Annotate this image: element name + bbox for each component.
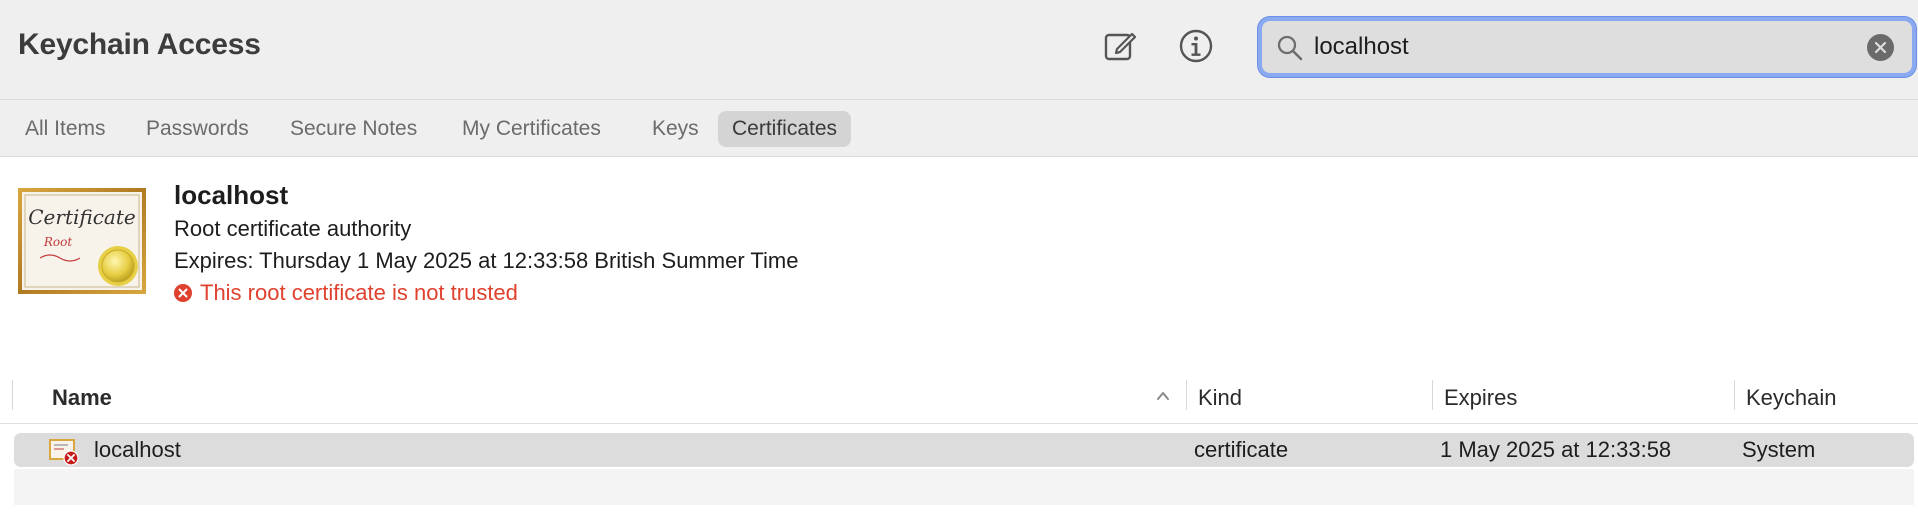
svg-text:Root: Root (43, 235, 72, 249)
column-separator[interactable] (1734, 380, 1735, 410)
table-row[interactable]: localhost certificate 1 May 2025 at 12:3… (14, 433, 1914, 467)
category-tabs: All Items Passwords Secure Notes My Cert… (0, 100, 1918, 157)
tab-passwords[interactable]: Passwords (132, 111, 263, 147)
app-title: Keychain Access (18, 28, 261, 61)
trust-warning: This root certificate is not trusted (174, 280, 518, 306)
certificate-image: Certificate Root (18, 188, 146, 294)
search-input[interactable] (1314, 29, 1854, 65)
certificate-detail: Certificate Root localhost Root certific… (0, 158, 1918, 380)
row-expires: 1 May 2025 at 12:33:58 (1440, 437, 1672, 462)
search-field[interactable] (1258, 17, 1916, 77)
row-kind: certificate (1194, 437, 1289, 462)
column-separator[interactable] (1186, 380, 1187, 410)
column-header-expires[interactable]: Expires (1444, 380, 1517, 416)
sort-ascending-icon[interactable] (1155, 388, 1171, 404)
compose-icon[interactable] (1100, 26, 1140, 66)
row-keychain: System (1742, 437, 1816, 462)
column-header-keychain[interactable]: Keychain (1746, 380, 1837, 416)
search-icon (1277, 35, 1303, 61)
empty-row (14, 469, 1914, 505)
tab-keys[interactable]: Keys (638, 111, 713, 147)
trust-warning-text: This root certificate is not trusted (200, 280, 518, 305)
row-name: localhost (94, 437, 181, 462)
tab-secure-notes[interactable]: Secure Notes (276, 111, 431, 147)
items-table: Name Kind Expires Keychain localhost cer… (0, 376, 1918, 514)
certificate-expiry: Expires: Thursday 1 May 2025 at 12:33:58… (174, 248, 799, 273)
tab-my-certificates[interactable]: My Certificates (448, 111, 615, 147)
column-header-name[interactable]: Name (52, 380, 112, 416)
tab-certificates[interactable]: Certificates (718, 111, 852, 147)
info-icon[interactable] (1176, 26, 1216, 66)
toolbar: Keychain Access (0, 0, 1918, 100)
column-header-kind[interactable]: Kind (1198, 380, 1242, 416)
error-icon (174, 284, 192, 302)
clear-icon[interactable] (1867, 34, 1894, 61)
certificate-subtitle: Root certificate authority (174, 216, 412, 241)
column-separator (12, 380, 13, 410)
untrusted-certificate-icon (49, 439, 79, 466)
svg-text:Certificate: Certificate (28, 205, 135, 229)
table-header: Name Kind Expires Keychain (0, 376, 1918, 424)
column-separator[interactable] (1432, 380, 1433, 410)
tab-all-items[interactable]: All Items (11, 111, 120, 147)
certificate-name: localhost (174, 180, 289, 210)
